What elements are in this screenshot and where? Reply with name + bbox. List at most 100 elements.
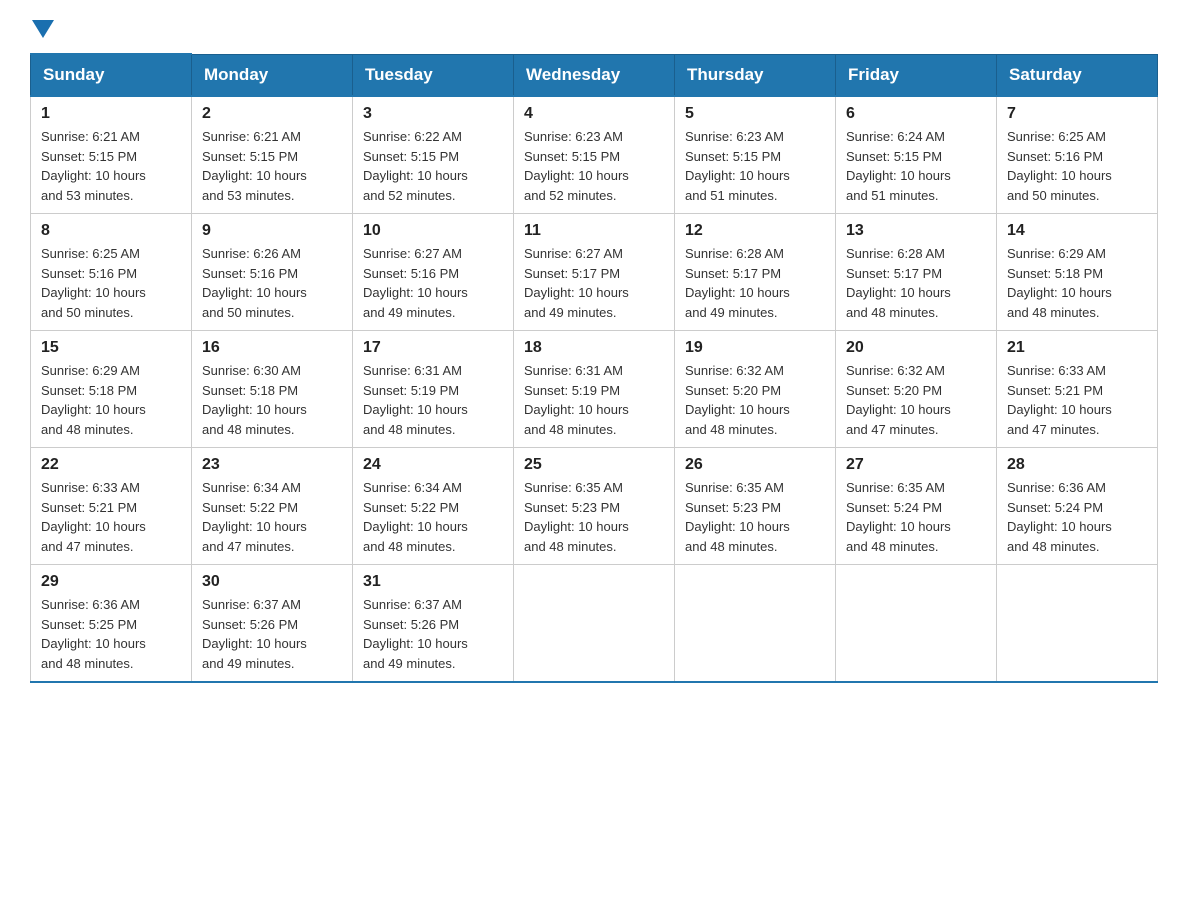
calendar-cell: 12 Sunrise: 6:28 AM Sunset: 5:17 PM Dayl…: [675, 214, 836, 331]
day-number: 18: [524, 339, 664, 357]
day-number: 11: [524, 222, 664, 240]
day-number: 9: [202, 222, 342, 240]
day-number: 20: [846, 339, 986, 357]
logo-arrow-icon: [32, 20, 54, 38]
calendar-cell: 9 Sunrise: 6:26 AM Sunset: 5:16 PM Dayli…: [192, 214, 353, 331]
logo: [30, 20, 54, 43]
calendar-cell: 19 Sunrise: 6:32 AM Sunset: 5:20 PM Dayl…: [675, 331, 836, 448]
day-number: 31: [363, 573, 503, 591]
calendar-cell: 26 Sunrise: 6:35 AM Sunset: 5:23 PM Dayl…: [675, 448, 836, 565]
day-info: Sunrise: 6:37 AM Sunset: 5:26 PM Dayligh…: [202, 595, 342, 673]
calendar-cell: 25 Sunrise: 6:35 AM Sunset: 5:23 PM Dayl…: [514, 448, 675, 565]
page-header: [30, 20, 1158, 43]
calendar-cell: 1 Sunrise: 6:21 AM Sunset: 5:15 PM Dayli…: [31, 96, 192, 214]
day-info: Sunrise: 6:27 AM Sunset: 5:17 PM Dayligh…: [524, 244, 664, 322]
day-info: Sunrise: 6:21 AM Sunset: 5:15 PM Dayligh…: [41, 127, 181, 205]
day-number: 16: [202, 339, 342, 357]
day-info: Sunrise: 6:34 AM Sunset: 5:22 PM Dayligh…: [202, 478, 342, 556]
day-number: 13: [846, 222, 986, 240]
day-number: 27: [846, 456, 986, 474]
calendar-cell: 17 Sunrise: 6:31 AM Sunset: 5:19 PM Dayl…: [353, 331, 514, 448]
calendar-cell: 14 Sunrise: 6:29 AM Sunset: 5:18 PM Dayl…: [997, 214, 1158, 331]
day-number: 2: [202, 105, 342, 123]
day-info: Sunrise: 6:29 AM Sunset: 5:18 PM Dayligh…: [1007, 244, 1147, 322]
calendar-cell: 27 Sunrise: 6:35 AM Sunset: 5:24 PM Dayl…: [836, 448, 997, 565]
day-info: Sunrise: 6:22 AM Sunset: 5:15 PM Dayligh…: [363, 127, 503, 205]
day-number: 3: [363, 105, 503, 123]
calendar-cell: 13 Sunrise: 6:28 AM Sunset: 5:17 PM Dayl…: [836, 214, 997, 331]
day-info: Sunrise: 6:23 AM Sunset: 5:15 PM Dayligh…: [524, 127, 664, 205]
day-number: 26: [685, 456, 825, 474]
calendar-cell: 24 Sunrise: 6:34 AM Sunset: 5:22 PM Dayl…: [353, 448, 514, 565]
day-info: Sunrise: 6:30 AM Sunset: 5:18 PM Dayligh…: [202, 361, 342, 439]
calendar-cell: 15 Sunrise: 6:29 AM Sunset: 5:18 PM Dayl…: [31, 331, 192, 448]
day-number: 24: [363, 456, 503, 474]
day-info: Sunrise: 6:21 AM Sunset: 5:15 PM Dayligh…: [202, 127, 342, 205]
calendar-table: SundayMondayTuesdayWednesdayThursdayFrid…: [30, 53, 1158, 683]
calendar-cell: 7 Sunrise: 6:25 AM Sunset: 5:16 PM Dayli…: [997, 96, 1158, 214]
day-number: 1: [41, 105, 181, 123]
day-info: Sunrise: 6:24 AM Sunset: 5:15 PM Dayligh…: [846, 127, 986, 205]
day-number: 12: [685, 222, 825, 240]
day-number: 30: [202, 573, 342, 591]
day-number: 5: [685, 105, 825, 123]
day-number: 6: [846, 105, 986, 123]
day-number: 7: [1007, 105, 1147, 123]
calendar-cell: 29 Sunrise: 6:36 AM Sunset: 5:25 PM Dayl…: [31, 565, 192, 683]
calendar-cell: 6 Sunrise: 6:24 AM Sunset: 5:15 PM Dayli…: [836, 96, 997, 214]
day-info: Sunrise: 6:28 AM Sunset: 5:17 PM Dayligh…: [685, 244, 825, 322]
column-header-sunday: Sunday: [31, 54, 192, 96]
calendar-cell: 16 Sunrise: 6:30 AM Sunset: 5:18 PM Dayl…: [192, 331, 353, 448]
calendar-header: SundayMondayTuesdayWednesdayThursdayFrid…: [31, 54, 1158, 96]
day-info: Sunrise: 6:37 AM Sunset: 5:26 PM Dayligh…: [363, 595, 503, 673]
day-info: Sunrise: 6:25 AM Sunset: 5:16 PM Dayligh…: [41, 244, 181, 322]
calendar-cell: 30 Sunrise: 6:37 AM Sunset: 5:26 PM Dayl…: [192, 565, 353, 683]
calendar-cell: [997, 565, 1158, 683]
calendar-cell: 3 Sunrise: 6:22 AM Sunset: 5:15 PM Dayli…: [353, 96, 514, 214]
calendar-cell: 20 Sunrise: 6:32 AM Sunset: 5:20 PM Dayl…: [836, 331, 997, 448]
column-header-tuesday: Tuesday: [353, 54, 514, 96]
column-header-friday: Friday: [836, 54, 997, 96]
day-number: 19: [685, 339, 825, 357]
day-number: 25: [524, 456, 664, 474]
calendar-cell: 23 Sunrise: 6:34 AM Sunset: 5:22 PM Dayl…: [192, 448, 353, 565]
day-number: 21: [1007, 339, 1147, 357]
day-info: Sunrise: 6:25 AM Sunset: 5:16 PM Dayligh…: [1007, 127, 1147, 205]
calendar-cell: 31 Sunrise: 6:37 AM Sunset: 5:26 PM Dayl…: [353, 565, 514, 683]
calendar-cell: 8 Sunrise: 6:25 AM Sunset: 5:16 PM Dayli…: [31, 214, 192, 331]
calendar-cell: 22 Sunrise: 6:33 AM Sunset: 5:21 PM Dayl…: [31, 448, 192, 565]
calendar-cell: 10 Sunrise: 6:27 AM Sunset: 5:16 PM Dayl…: [353, 214, 514, 331]
column-header-saturday: Saturday: [997, 54, 1158, 96]
calendar-cell: 21 Sunrise: 6:33 AM Sunset: 5:21 PM Dayl…: [997, 331, 1158, 448]
calendar-week-2: 8 Sunrise: 6:25 AM Sunset: 5:16 PM Dayli…: [31, 214, 1158, 331]
day-info: Sunrise: 6:33 AM Sunset: 5:21 PM Dayligh…: [41, 478, 181, 556]
column-header-thursday: Thursday: [675, 54, 836, 96]
calendar-week-5: 29 Sunrise: 6:36 AM Sunset: 5:25 PM Dayl…: [31, 565, 1158, 683]
calendar-week-1: 1 Sunrise: 6:21 AM Sunset: 5:15 PM Dayli…: [31, 96, 1158, 214]
calendar-cell: [836, 565, 997, 683]
day-info: Sunrise: 6:26 AM Sunset: 5:16 PM Dayligh…: [202, 244, 342, 322]
calendar-cell: 18 Sunrise: 6:31 AM Sunset: 5:19 PM Dayl…: [514, 331, 675, 448]
calendar-cell: 5 Sunrise: 6:23 AM Sunset: 5:15 PM Dayli…: [675, 96, 836, 214]
column-header-wednesday: Wednesday: [514, 54, 675, 96]
day-info: Sunrise: 6:28 AM Sunset: 5:17 PM Dayligh…: [846, 244, 986, 322]
day-info: Sunrise: 6:33 AM Sunset: 5:21 PM Dayligh…: [1007, 361, 1147, 439]
day-info: Sunrise: 6:31 AM Sunset: 5:19 PM Dayligh…: [524, 361, 664, 439]
calendar-cell: [675, 565, 836, 683]
day-number: 8: [41, 222, 181, 240]
calendar-cell: 4 Sunrise: 6:23 AM Sunset: 5:15 PM Dayli…: [514, 96, 675, 214]
calendar-week-3: 15 Sunrise: 6:29 AM Sunset: 5:18 PM Dayl…: [31, 331, 1158, 448]
calendar-cell: 28 Sunrise: 6:36 AM Sunset: 5:24 PM Dayl…: [997, 448, 1158, 565]
calendar-cell: 2 Sunrise: 6:21 AM Sunset: 5:15 PM Dayli…: [192, 96, 353, 214]
day-info: Sunrise: 6:32 AM Sunset: 5:20 PM Dayligh…: [846, 361, 986, 439]
day-info: Sunrise: 6:36 AM Sunset: 5:24 PM Dayligh…: [1007, 478, 1147, 556]
day-info: Sunrise: 6:31 AM Sunset: 5:19 PM Dayligh…: [363, 361, 503, 439]
column-header-monday: Monday: [192, 54, 353, 96]
day-info: Sunrise: 6:34 AM Sunset: 5:22 PM Dayligh…: [363, 478, 503, 556]
day-info: Sunrise: 6:36 AM Sunset: 5:25 PM Dayligh…: [41, 595, 181, 673]
calendar-cell: [514, 565, 675, 683]
day-info: Sunrise: 6:27 AM Sunset: 5:16 PM Dayligh…: [363, 244, 503, 322]
day-info: Sunrise: 6:35 AM Sunset: 5:24 PM Dayligh…: [846, 478, 986, 556]
day-number: 29: [41, 573, 181, 591]
day-info: Sunrise: 6:29 AM Sunset: 5:18 PM Dayligh…: [41, 361, 181, 439]
